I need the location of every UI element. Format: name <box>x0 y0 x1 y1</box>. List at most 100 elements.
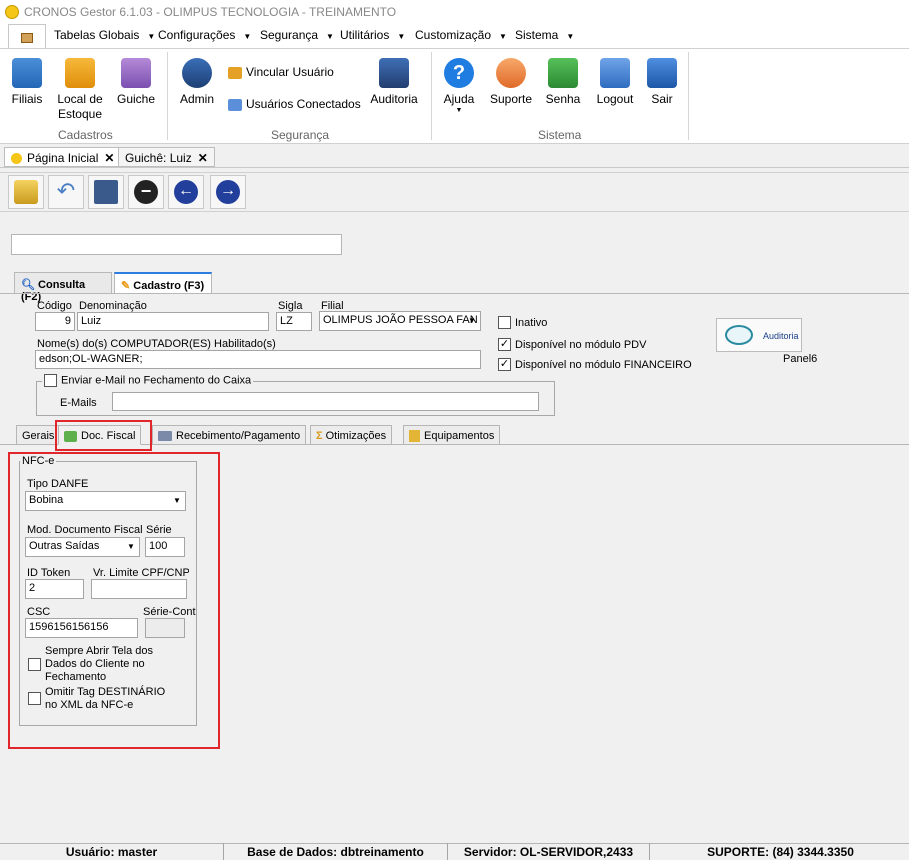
tab-cadastro[interactable]: ✎ Cadastro (F3) <box>114 272 212 294</box>
save-button[interactable] <box>88 175 124 209</box>
highlight-doc-fiscal-tab <box>55 420 152 451</box>
codigo-label: Código <box>37 300 72 312</box>
panel6-label: Panel6 <box>783 353 818 365</box>
tipo-danfe-label: Tipo DANFE <box>27 478 89 490</box>
cart-icon <box>65 58 95 88</box>
menu-sistema[interactable]: Sistema ▼ <box>515 28 574 42</box>
auditoria-button[interactable]: Auditoria <box>716 318 802 352</box>
menu-utilitarios[interactable]: Utilitários ▼ <box>340 28 405 42</box>
tab-gerais[interactable]: Gerais <box>16 425 61 445</box>
tab-pagina-inicial[interactable]: Página Inicial ✕ <box>4 147 122 167</box>
sigla-field[interactable]: LZ <box>276 312 312 331</box>
tipo-danfe-select[interactable]: Bobina ▼ <box>25 491 186 511</box>
search-input[interactable] <box>11 234 342 255</box>
senha-button[interactable]: Senha <box>542 58 584 107</box>
local-label-1: Local de <box>57 92 103 106</box>
inativo-checkbox[interactable] <box>498 316 511 329</box>
arrow-right-icon: → <box>216 180 240 204</box>
save-icon <box>94 180 118 204</box>
filiais-button[interactable]: Filiais <box>6 58 48 107</box>
admin-user-icon <box>182 58 212 88</box>
window-title: CRONOS Gestor 6.1.03 - OLIMPUS TECNOLOGI… <box>24 5 397 19</box>
eye-icon <box>725 325 753 345</box>
tipo-danfe-value: Bobina <box>29 494 64 506</box>
emails-field[interactable] <box>112 392 539 411</box>
status-suporte: SUPORTE: (84) 3344.3350 <box>707 845 854 859</box>
tab-label: Otimizações <box>325 430 387 442</box>
payment-icon <box>158 431 172 442</box>
new-record-button[interactable] <box>8 175 44 209</box>
tab-label: Guichê: Luiz <box>125 151 192 165</box>
close-icon[interactable]: ✕ <box>104 151 114 165</box>
computadores-label: Nome(s) do(s) COMPUTADOR(ES) Habilitado(… <box>37 338 276 350</box>
filial-value: OLIMPUS JOÃO PESSOA FAN <box>323 314 478 326</box>
omitir-tag-checkbox[interactable] <box>28 692 41 705</box>
database-add-icon <box>14 180 38 204</box>
chevron-down-icon[interactable]: ▼ <box>124 539 138 555</box>
tab-guiche[interactable]: Guichê: Luiz ✕ <box>118 147 215 167</box>
menu-customizacao[interactable]: Customização ▼ <box>415 28 507 42</box>
status-base-dados: Base de Dados: dbtreinamento <box>224 843 448 860</box>
tab-equipamentos[interactable]: Equipamentos <box>403 425 501 445</box>
group-seguranca: Segurança <box>271 128 330 142</box>
local-estoque-button[interactable]: Local de Estoque <box>52 58 108 122</box>
omitir-line: Omitir Tag DESTINÁRIO <box>45 686 166 698</box>
next-button[interactable]: → <box>210 175 246 209</box>
mod-documento-select[interactable]: Outras Saídas ▼ <box>25 537 140 557</box>
admin-button[interactable]: Admin <box>176 58 218 107</box>
filial-select[interactable]: OLIMPUS JOÃO PESSOA FAN ▼ <box>319 311 481 331</box>
tab-consulta[interactable]: 🔍︎ Consulta (F2) <box>14 272 112 303</box>
id-token-field[interactable]: 2 <box>25 579 84 599</box>
guiche-button[interactable]: Guiche <box>114 58 158 107</box>
tab-otimizacoes[interactable]: Σ Otimizações <box>310 425 393 445</box>
menu-tabelas-globais[interactable]: Tabelas Globais ▼ <box>54 28 155 42</box>
usuarios-conectados-button[interactable]: Usuários Conectados <box>228 97 361 111</box>
previous-button[interactable]: ← <box>168 175 204 209</box>
serie-field[interactable]: 100 <box>145 537 185 557</box>
undo-icon: ↶ <box>56 178 76 203</box>
auditoria-ribbon-button[interactable]: Auditoria <box>366 58 422 107</box>
divider <box>0 293 909 294</box>
enviar-email-checkbox[interactable] <box>44 374 57 387</box>
vr-limite-field[interactable] <box>91 579 187 599</box>
logout-button[interactable]: Logout <box>592 58 638 107</box>
guiche-label: Guiche <box>116 92 156 106</box>
financeiro-checkbox[interactable]: ✓ <box>498 358 511 371</box>
tab-recebimento[interactable]: Recebimento/Pagamento <box>152 425 307 445</box>
chevron-down-icon: ▼ <box>397 32 406 41</box>
ribbon-separator <box>167 52 168 140</box>
sempre-abrir-checkbox[interactable] <box>28 658 41 671</box>
menu-configuracoes[interactable]: Configurações ▼ <box>158 28 251 42</box>
tab-label: Gerais <box>22 430 55 442</box>
cash-register-icon <box>121 58 151 88</box>
chevron-down-icon[interactable]: ▼ <box>465 313 479 329</box>
menu-label: Sistema <box>515 28 559 42</box>
ajuda-button[interactable]: ? Ajuda ▼ <box>439 58 479 115</box>
chevron-down-icon[interactable]: ▼ <box>170 493 184 509</box>
suporte-label: Suporte <box>489 92 533 106</box>
undo-button[interactable]: ↶ <box>48 175 84 209</box>
lock-icon <box>548 58 578 88</box>
computadores-field[interactable]: edson;OL-WAGNER; <box>35 350 481 369</box>
csc-field[interactable]: 1596156156156 <box>25 618 138 638</box>
pdv-checkbox[interactable]: ✓ <box>498 338 511 351</box>
denominacao-field[interactable]: Luiz <box>77 312 269 331</box>
title-bar: CRONOS Gestor 6.1.03 - OLIMPUS TECNOLOGI… <box>0 0 909 24</box>
logout-label: Logout <box>596 92 634 106</box>
status-servidor: Servidor: OL-SERVIDOR,2433 <box>448 843 650 860</box>
sair-button[interactable]: Sair <box>645 58 679 107</box>
audit-icon <box>379 58 409 88</box>
menu-seguranca[interactable]: Segurança ▼ <box>260 28 334 42</box>
suporte-button[interactable]: Suporte <box>487 58 535 107</box>
home-menu-button[interactable] <box>8 24 46 49</box>
logout-icon <box>600 58 630 88</box>
codigo-field[interactable]: 9 <box>35 312 75 331</box>
chevron-down-icon: ▼ <box>326 32 334 41</box>
vincular-usuario-button[interactable]: Vincular Usuário <box>228 65 334 79</box>
close-icon[interactable]: ✕ <box>198 151 208 165</box>
delete-button[interactable]: − <box>128 175 164 209</box>
sair-label: Sair <box>651 92 673 106</box>
nfce-legend: NFC-e <box>20 455 57 467</box>
sempre-abrir-line: Sempre Abrir Tela dos <box>45 645 154 657</box>
tab-label: Página Inicial <box>27 151 99 165</box>
